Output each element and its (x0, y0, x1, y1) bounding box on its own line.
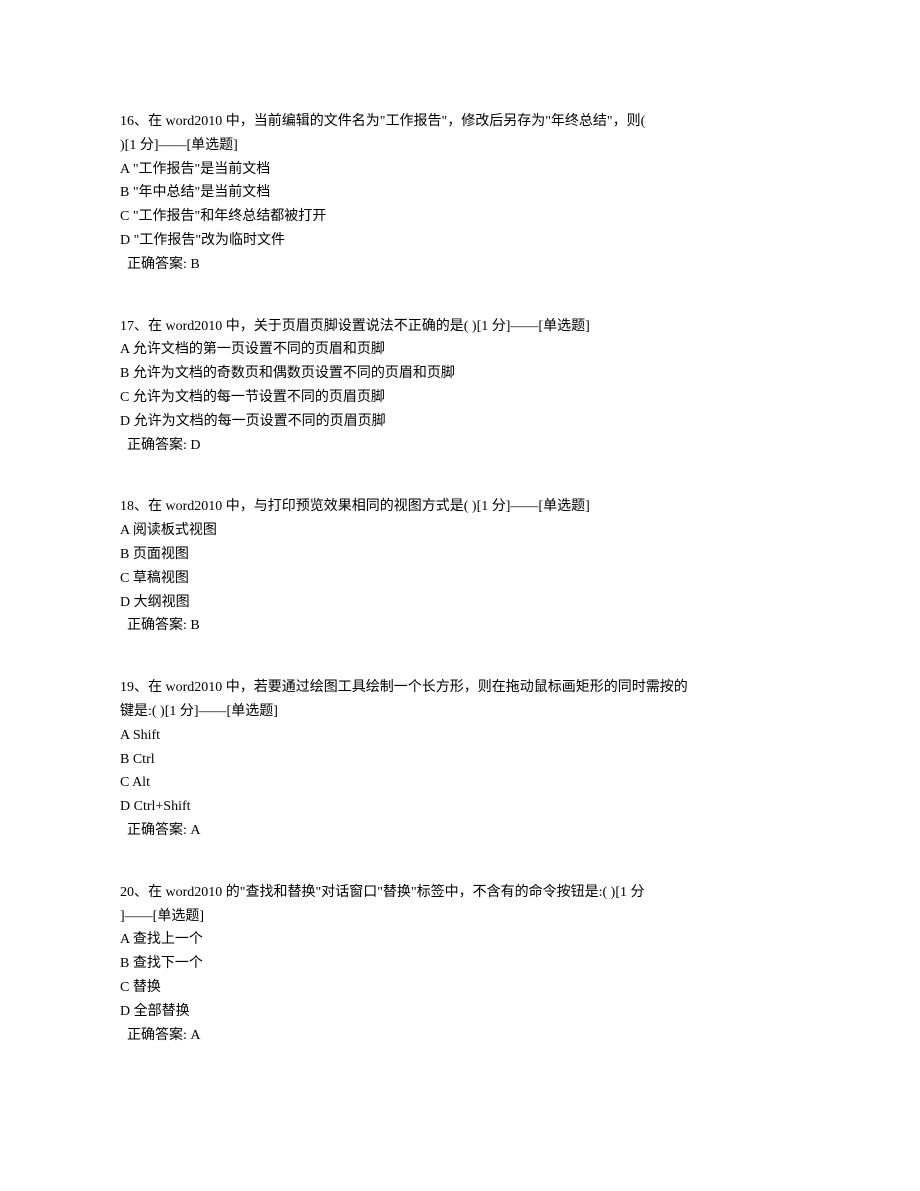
option-a: A 阅读板式视图 (120, 519, 800, 543)
option-c: C 草稿视图 (120, 567, 800, 591)
stem-line-1: 17、在 word2010 中，关于页眉页脚设置说法不正确的是( )[1 分]—… (120, 319, 590, 334)
question-stem: 19、在 word2010 中，若要通过绘图工具绘制一个长方形，则在拖动鼠标画矩… (120, 676, 800, 724)
stem-line-1: 18、在 word2010 中，与打印预览效果相同的视图方式是( )[1 分]—… (120, 499, 590, 514)
option-c: C "工作报告"和年终总结都被打开 (120, 205, 800, 229)
correct-answer: 正确答案: A (120, 819, 800, 843)
option-d: D Ctrl+Shift (120, 795, 800, 819)
option-b: B 查找下一个 (120, 952, 800, 976)
option-b: B "年中总结"是当前文档 (120, 181, 800, 205)
option-a: A "工作报告"是当前文档 (120, 158, 800, 182)
correct-answer: 正确答案: D (120, 434, 800, 458)
stem-line-1: 20、在 word2010 的"查找和替换"对话窗口"替换"标签中，不含有的命令… (120, 885, 645, 900)
stem-line-2: 键是:( )[1 分]——[单选题] (120, 704, 278, 719)
stem-line-1: 16、在 word2010 中，当前编辑的文件名为"工作报告"，修改后另存为"年… (120, 114, 645, 129)
option-d: D 大纲视图 (120, 591, 800, 615)
correct-answer: 正确答案: B (120, 253, 800, 277)
question-stem: 17、在 word2010 中，关于页眉页脚设置说法不正确的是( )[1 分]—… (120, 315, 800, 339)
stem-line-2: )[1 分]——[单选题] (120, 138, 238, 153)
option-d: D 允许为文档的每一页设置不同的页眉页脚 (120, 410, 800, 434)
question-stem: 20、在 word2010 的"查找和替换"对话窗口"替换"标签中，不含有的命令… (120, 881, 800, 929)
option-a: A 允许文档的第一页设置不同的页眉和页脚 (120, 338, 800, 362)
option-c: C Alt (120, 771, 800, 795)
question-stem: 18、在 word2010 中，与打印预览效果相同的视图方式是( )[1 分]—… (120, 495, 800, 519)
option-a: A 查找上一个 (120, 928, 800, 952)
question-19: 19、在 word2010 中，若要通过绘图工具绘制一个长方形，则在拖动鼠标画矩… (120, 676, 800, 843)
correct-answer: 正确答案: A (120, 1024, 800, 1048)
option-b: B 允许为文档的奇数页和偶数页设置不同的页眉和页脚 (120, 362, 800, 386)
option-c: C 允许为文档的每一节设置不同的页眉页脚 (120, 386, 800, 410)
correct-answer: 正确答案: B (120, 614, 800, 638)
stem-line-2: ]——[单选题] (120, 909, 204, 924)
option-b: B Ctrl (120, 748, 800, 772)
option-c: C 替换 (120, 976, 800, 1000)
question-16: 16、在 word2010 中，当前编辑的文件名为"工作报告"，修改后另存为"年… (120, 110, 800, 277)
option-d: D 全部替换 (120, 1000, 800, 1024)
question-18: 18、在 word2010 中，与打印预览效果相同的视图方式是( )[1 分]—… (120, 495, 800, 638)
question-17: 17、在 word2010 中，关于页眉页脚设置说法不正确的是( )[1 分]—… (120, 315, 800, 458)
option-a: A Shift (120, 724, 800, 748)
question-20: 20、在 word2010 的"查找和替换"对话窗口"替换"标签中，不含有的命令… (120, 881, 800, 1048)
option-b: B 页面视图 (120, 543, 800, 567)
question-stem: 16、在 word2010 中，当前编辑的文件名为"工作报告"，修改后另存为"年… (120, 110, 800, 158)
option-d: D "工作报告"改为临时文件 (120, 229, 800, 253)
stem-line-1: 19、在 word2010 中，若要通过绘图工具绘制一个长方形，则在拖动鼠标画矩… (120, 680, 688, 695)
